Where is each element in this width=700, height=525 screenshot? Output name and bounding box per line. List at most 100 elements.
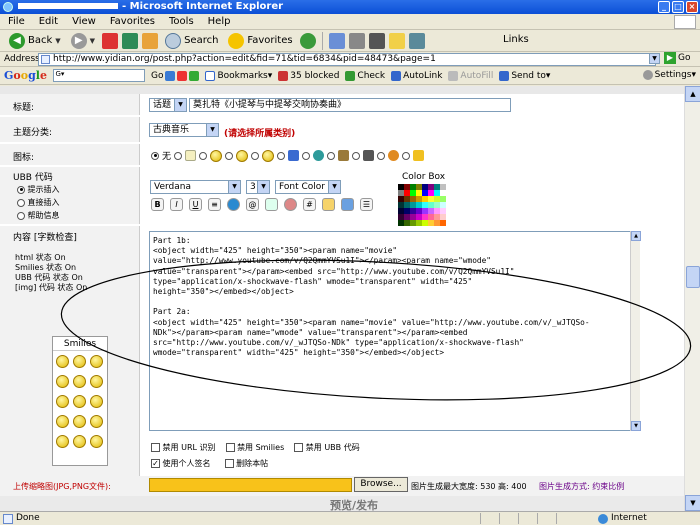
word-count-link[interactable]: [字数检查] <box>34 233 77 243</box>
smiley-icon[interactable] <box>90 395 103 408</box>
icon-radio[interactable] <box>402 151 411 160</box>
settings-button[interactable]: Settings▾ <box>642 70 696 80</box>
bookmarks-button[interactable]: Bookmarks▾ <box>205 70 272 81</box>
icon-radio[interactable] <box>199 151 208 160</box>
list-button[interactable]: ☰ <box>360 198 373 211</box>
autolink-button[interactable]: AutoLink <box>391 70 442 81</box>
disable-ubb-checkbox[interactable] <box>294 443 304 452</box>
font-size-select[interactable]: 3 ▼ <box>246 180 270 194</box>
autofill-button[interactable]: AutoFill <box>448 70 493 81</box>
star-icon <box>228 32 245 49</box>
links-label[interactable]: Links <box>503 34 529 45</box>
stop-icon[interactable] <box>102 32 119 49</box>
google-search-input[interactable]: G▾ <box>52 69 145 82</box>
go-button[interactable]: ▶ Go <box>664 52 690 64</box>
smiley-icon[interactable] <box>56 375 69 388</box>
popup-blocker[interactable]: 35 blocked <box>278 70 339 81</box>
smiley-icon[interactable] <box>90 355 103 368</box>
icon-radio[interactable] <box>277 151 286 160</box>
icon-radio[interactable] <box>174 151 183 160</box>
smiley-icon[interactable] <box>56 395 69 408</box>
smiley-icon[interactable] <box>90 415 103 428</box>
home-icon[interactable] <box>142 32 159 49</box>
color-box-title: Color Box <box>402 172 446 182</box>
image-button[interactable] <box>265 198 278 211</box>
font-color-select[interactable]: Font Color ▼ <box>275 180 341 194</box>
ubb-mode-prompt-radio[interactable] <box>17 185 25 194</box>
icon-radio[interactable] <box>302 151 311 160</box>
spell-check-button[interactable]: Check <box>345 70 385 81</box>
print-icon[interactable] <box>348 32 365 49</box>
ubb-mode-help-radio[interactable] <box>17 211 25 220</box>
mail-icon[interactable] <box>328 32 345 49</box>
minimize-button[interactable]: _ <box>658 1 670 13</box>
menu-help[interactable]: Help <box>208 16 231 27</box>
icon-radio[interactable] <box>251 151 260 160</box>
smiley-icon[interactable] <box>73 375 86 388</box>
smiley-icon[interactable] <box>90 375 103 388</box>
dropdown-arrow-icon[interactable]: ▼ <box>90 37 95 45</box>
smiley-icon[interactable] <box>56 415 69 428</box>
close-button[interactable]: × <box>686 1 698 13</box>
content-textarea[interactable]: Part 1b: <object width="425" height="350… <box>149 231 639 431</box>
menu-edit[interactable]: Edit <box>39 16 58 27</box>
globe-link-button[interactable] <box>227 198 240 211</box>
icon-radio[interactable] <box>377 151 386 160</box>
category-select[interactable]: 古典音乐 ▼ <box>149 123 219 137</box>
delete-post-checkbox[interactable] <box>224 459 234 468</box>
underline-button[interactable]: U <box>189 198 202 211</box>
topic-type-select[interactable]: 话题 ▼ <box>149 98 187 112</box>
smiley-icon[interactable] <box>73 355 86 368</box>
code-button[interactable]: # <box>303 198 316 211</box>
flash-button[interactable] <box>284 198 297 211</box>
bold-button[interactable]: B <box>151 198 164 211</box>
edit-icon[interactable] <box>368 32 385 49</box>
page-scrollbar[interactable]: ▲ ▼ <box>684 86 700 511</box>
icon-radio[interactable] <box>327 151 336 160</box>
icon-radio[interactable] <box>225 151 234 160</box>
disable-url-checkbox[interactable] <box>151 443 160 452</box>
ubb-mode-direct-radio[interactable] <box>17 198 25 207</box>
search-button[interactable]: Search <box>162 31 221 51</box>
align-button[interactable]: ≡ <box>208 198 221 211</box>
history-icon[interactable] <box>299 32 316 49</box>
icon-radio-none[interactable] <box>151 151 159 160</box>
disable-smilies-checkbox[interactable] <box>225 443 235 452</box>
address-bar: Address http://www.yidian.org/post.php?a… <box>0 52 700 67</box>
media-button[interactable] <box>341 198 354 211</box>
color-swatch[interactable] <box>440 220 446 226</box>
refresh-icon[interactable] <box>122 32 139 49</box>
back-button[interactable]: ◀ Back ▼ <box>6 31 64 51</box>
quote-button[interactable] <box>322 198 335 211</box>
icon-radio[interactable] <box>352 151 361 160</box>
upload-file-input[interactable] <box>149 478 352 492</box>
smiley-icon[interactable] <box>73 415 86 428</box>
italic-button[interactable]: I <box>170 198 183 211</box>
google-go-button[interactable]: Go <box>151 70 200 81</box>
editor-scrollbar[interactable]: ▲ ▼ <box>630 231 641 431</box>
menu-file[interactable]: File <box>8 16 25 27</box>
address-dropdown-icon[interactable]: ▼ <box>649 53 660 64</box>
send-to-button[interactable]: Send to▾ <box>499 70 550 81</box>
google-dropdown-icon[interactable]: G▾ <box>54 70 66 81</box>
messenger-icon[interactable] <box>408 32 425 49</box>
favorites-button[interactable]: Favorites <box>225 31 295 51</box>
font-face-select[interactable]: Verdana ▼ <box>150 180 241 194</box>
browse-button[interactable]: Browse... <box>354 477 408 492</box>
folder-icon[interactable] <box>388 32 405 49</box>
address-input[interactable]: http://www.yidian.org/post.php?action=ed… <box>38 53 656 66</box>
maximize-button[interactable]: □ <box>672 1 684 13</box>
submit-banner[interactable]: 预览/发布 <box>330 497 378 511</box>
menu-view[interactable]: View <box>72 16 96 27</box>
email-button[interactable]: @ <box>246 198 259 211</box>
menu-tools[interactable]: Tools <box>169 16 194 27</box>
dropdown-arrow-icon[interactable]: ▼ <box>55 37 60 45</box>
smiley-icon[interactable] <box>56 355 69 368</box>
color-palette[interactable] <box>398 184 446 226</box>
smiley-icon[interactable] <box>73 395 86 408</box>
title-input[interactable]: 莫扎特《小提琴与中提琴交响协奏曲》 <box>189 98 511 112</box>
use-signature-checkbox[interactable]: ✓ <box>151 459 160 468</box>
forward-button[interactable]: ▶ ▼ <box>68 31 98 51</box>
chevron-down-icon: ▼ <box>328 181 340 193</box>
menu-favorites[interactable]: Favorites <box>110 16 155 27</box>
